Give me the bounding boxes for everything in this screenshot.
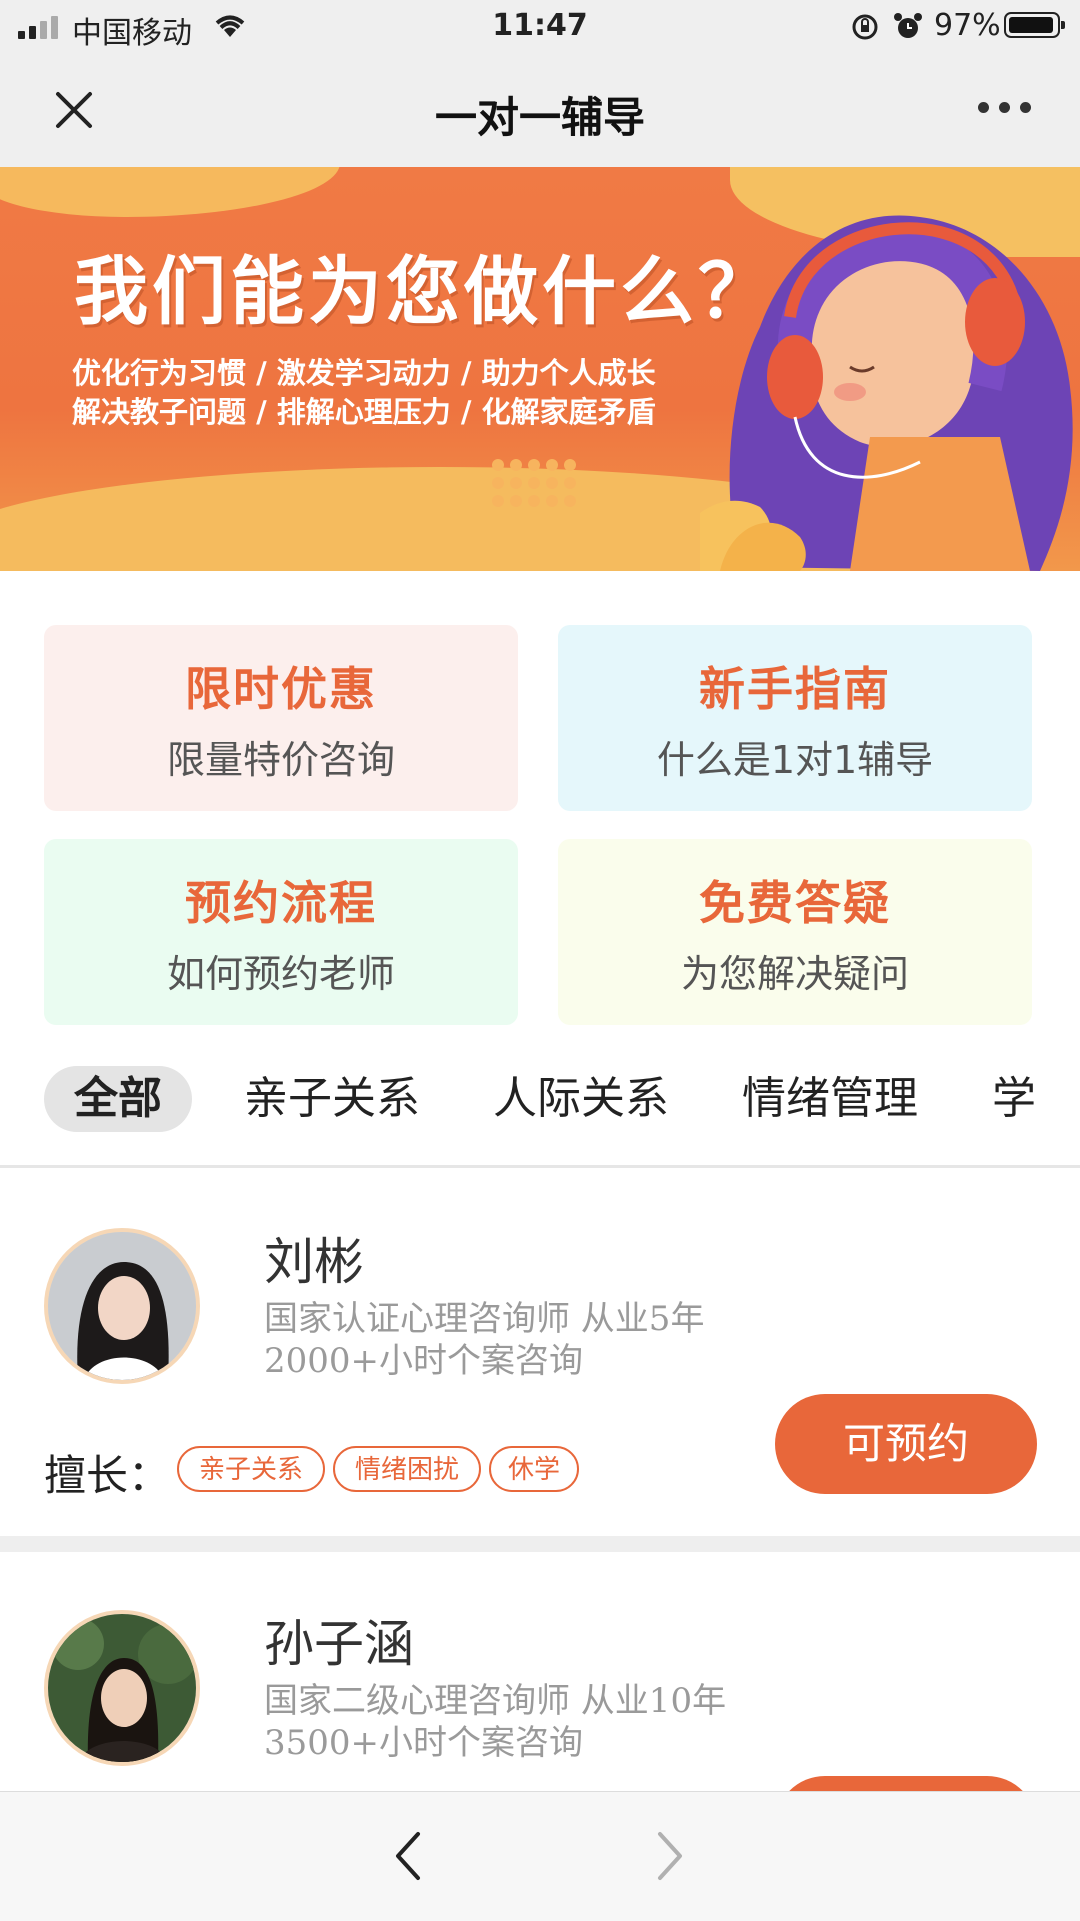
card-subtitle: 如何预约老师 [166, 952, 395, 996]
category-tabs: 全部 亲子关系 人际关系 情绪管理 学 [0, 1050, 1080, 1168]
tab-interpersonal[interactable]: 人际关系 [493, 1066, 669, 1132]
counselor-credentials: 国家二级心理咨询师 从业10年 [264, 1681, 727, 1721]
counselor-name: 刘彬 [264, 1233, 364, 1291]
tab-study[interactable]: 学 [992, 1066, 1036, 1132]
banner-line-1: 优化行为习惯 / 激发学习动力 / 助力个人成长 [72, 356, 656, 390]
card-limited-offer[interactable]: 限时优惠 限量特价咨询 [44, 625, 518, 811]
card-booking-process[interactable]: 预约流程 如何预约老师 [44, 839, 518, 1025]
banner-headline: 我们能为您做什么？ [74, 249, 776, 335]
forward-icon[interactable] [650, 1830, 690, 1886]
specialty-tag: 休学 [489, 1446, 579, 1492]
card-subtitle: 为您解决疑问 [680, 952, 909, 996]
browser-toolbar [0, 1791, 1080, 1921]
counselor-credentials: 国家认证心理咨询师 从业5年 [264, 1299, 705, 1339]
alarm-icon [892, 10, 924, 46]
promo-banner[interactable]: 我们能为您做什么？ 优化行为习惯 / 激发学习动力 / 助力个人成长 解决教子问… [0, 167, 1080, 571]
specialty-label: 擅长： [44, 1451, 171, 1500]
card-title: 新手指南 [699, 662, 891, 716]
tab-emotion[interactable]: 情绪管理 [742, 1066, 918, 1132]
card-free-qa[interactable]: 免费答疑 为您解决疑问 [558, 839, 1032, 1025]
counselor-hours: 2000+小时个案咨询 [264, 1341, 584, 1381]
specialty-tag: 亲子关系 [177, 1446, 325, 1492]
counselor-hours: 3500+小时个案咨询 [264, 1723, 584, 1763]
tab-parent-child[interactable]: 亲子关系 [244, 1066, 420, 1132]
battery-percent: 97% [934, 8, 1001, 43]
book-button[interactable]: 可预约 [775, 1394, 1037, 1494]
nav-bar: 一对一辅导 [0, 54, 1080, 167]
headphone-girl-illustration [660, 187, 1080, 571]
specialty-tag: 情绪困扰 [333, 1446, 481, 1492]
counselor-card[interactable]: 刘彬 国家认证心理咨询师 从业5年 2000+小时个案咨询 擅长： 亲子关系 情… [0, 1170, 1080, 1536]
orientation-lock-icon [850, 12, 880, 46]
status-bar: 中国移动 11:47 97% [0, 0, 1080, 54]
avatar [44, 1228, 200, 1384]
tab-all[interactable]: 全部 [44, 1066, 192, 1132]
more-icon[interactable] [978, 102, 1031, 113]
card-title: 限时优惠 [185, 662, 377, 716]
decor-dots [492, 459, 576, 507]
back-icon[interactable] [388, 1830, 428, 1886]
page-title: 一对一辅导 [434, 93, 645, 142]
banner-line-2: 解决教子问题 / 排解心理压力 / 化解家庭矛盾 [72, 395, 656, 429]
card-title: 预约流程 [185, 876, 377, 930]
list-divider [0, 1536, 1080, 1552]
card-subtitle: 限量特价咨询 [166, 738, 395, 782]
card-title: 免费答疑 [699, 876, 891, 930]
counselor-card[interactable]: 孙子涵 国家二级心理咨询师 从业10年 3500+小时个案咨询 [0, 1552, 1080, 1791]
book-button[interactable] [775, 1776, 1037, 1791]
battery-icon [1004, 12, 1065, 38]
card-beginner-guide[interactable]: 新手指南 什么是1对1辅导 [558, 625, 1032, 811]
counselor-name: 孙子涵 [264, 1615, 414, 1673]
card-subtitle: 什么是1对1辅导 [656, 738, 934, 782]
avatar [44, 1610, 200, 1766]
